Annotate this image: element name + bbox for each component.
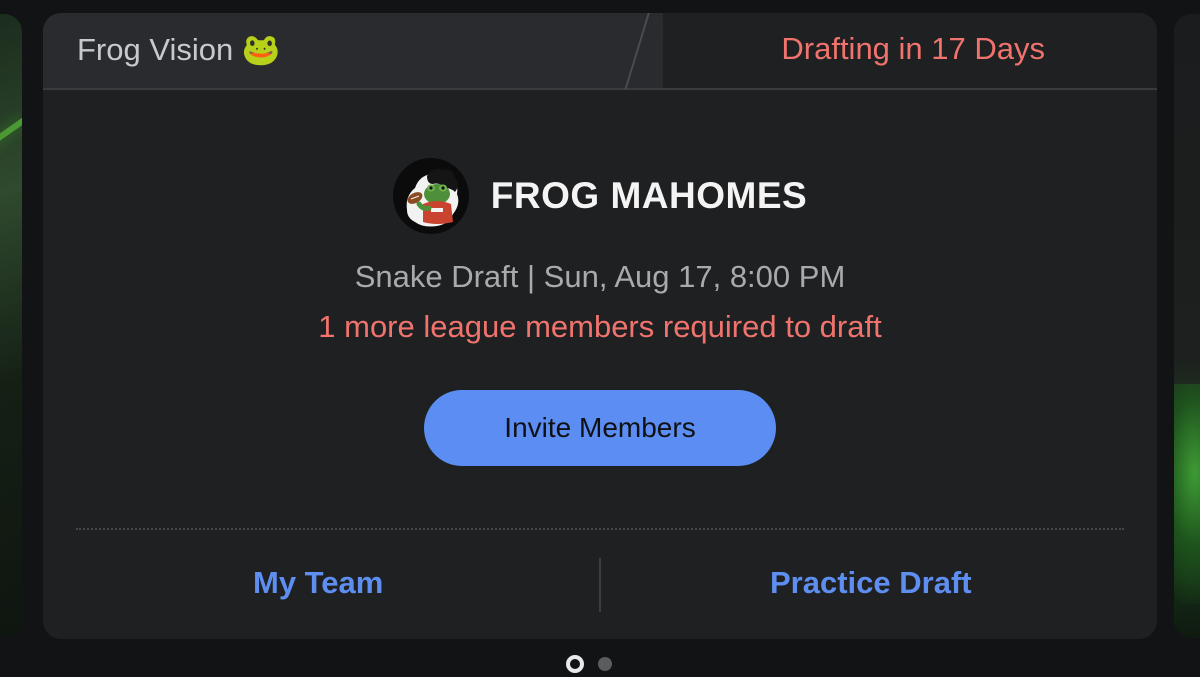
footer-divider xyxy=(76,528,1124,530)
members-required-warning: 1 more league members required to draft xyxy=(318,309,882,344)
my-team-link[interactable]: My Team xyxy=(253,565,383,601)
next-league-card[interactable] xyxy=(1174,14,1200,638)
frog-mascot-icon xyxy=(406,168,459,227)
pager-dot-active[interactable] xyxy=(566,655,584,673)
draft-countdown: Drafting in 17 Days xyxy=(781,31,1045,66)
team-name: FROG MAHOMES xyxy=(490,175,808,216)
pager-dot[interactable] xyxy=(598,657,612,671)
invite-members-button[interactable]: Invite Members xyxy=(424,390,776,466)
league-card: Frog Vision 🐸 Drafting in 17 Days FROG M… xyxy=(43,13,1157,639)
practice-draft-link[interactable]: Practice Draft xyxy=(770,565,972,601)
footer-separator xyxy=(599,558,601,612)
league-name: Frog Vision 🐸 xyxy=(77,32,281,67)
previous-league-card[interactable] xyxy=(0,14,22,638)
header-slant-shape xyxy=(639,13,663,88)
league-carousel: Frog Vision 🐸 Drafting in 17 Days FROG M… xyxy=(0,0,1200,677)
team-row: FROG MAHOMES xyxy=(43,157,1157,235)
carousel-pager xyxy=(566,655,612,673)
draft-info: Snake Draft | Sun, Aug 17, 8:00 PM xyxy=(354,259,846,294)
team-avatar-icon xyxy=(392,158,469,234)
card-header: Frog Vision 🐸 Drafting in 17 Days xyxy=(43,13,1157,90)
